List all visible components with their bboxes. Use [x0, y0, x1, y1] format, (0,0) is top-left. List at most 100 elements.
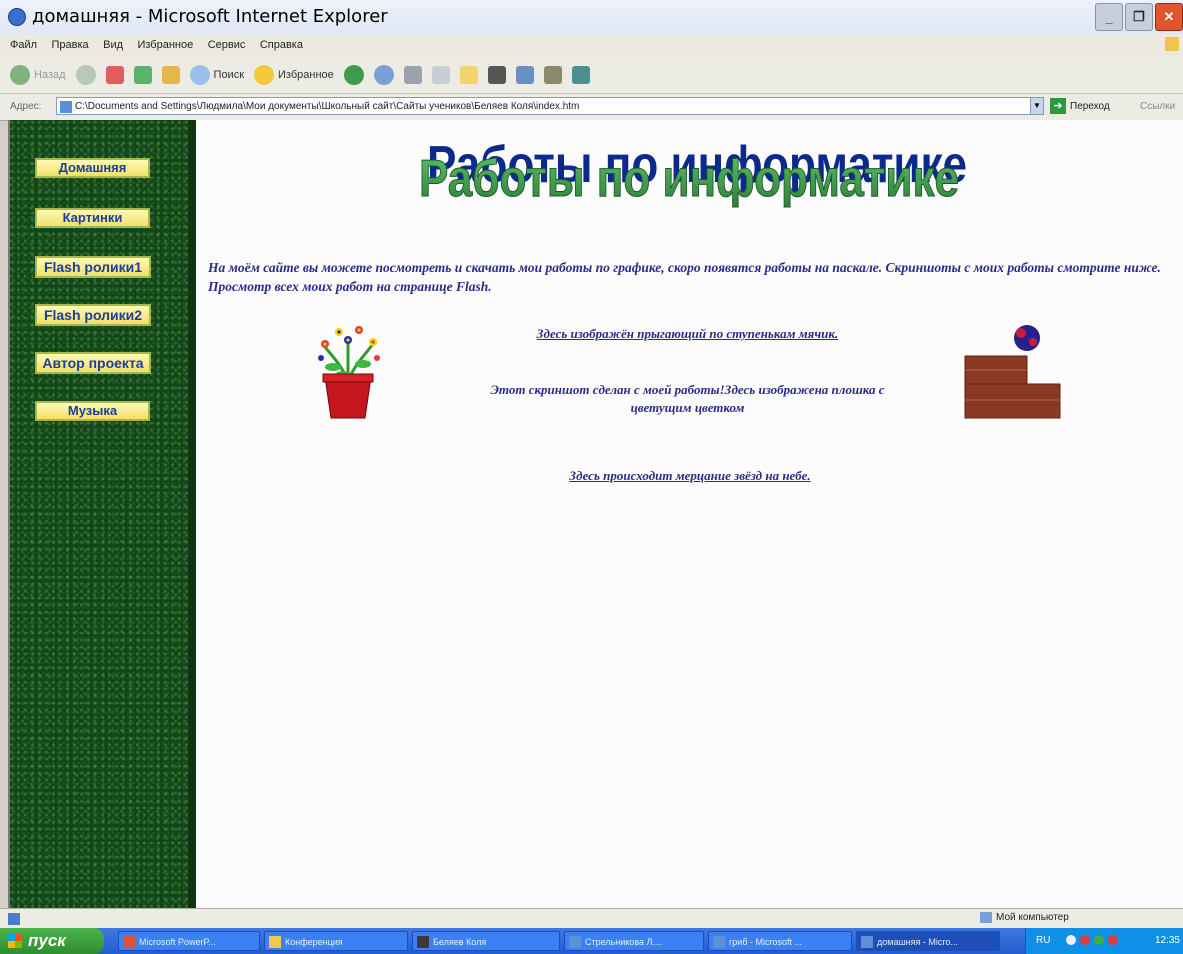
task-label: Microsoft PowerP... — [139, 937, 216, 947]
favorites-label: Избранное — [278, 68, 334, 81]
task-grib[interactable]: гриб - Microsoft ... — [708, 931, 852, 951]
ie-icon — [569, 936, 581, 948]
minimize-button[interactable]: _ — [1095, 3, 1123, 31]
flower-caption: Этот скриншот сделан с моей работы!Здесь… — [490, 382, 885, 415]
home-button[interactable] — [161, 65, 180, 84]
print-icon — [403, 65, 422, 84]
menu-view[interactable]: Вид — [103, 39, 123, 51]
stop-button[interactable] — [105, 65, 124, 84]
nav-flash-2[interactable]: Flash ролики2 — [35, 304, 151, 326]
menu-favorites[interactable]: Избранное — [137, 39, 193, 51]
ie-icon — [713, 936, 725, 948]
folder-icon — [459, 65, 478, 84]
nav-flash-1[interactable]: Flash ролики1 — [35, 256, 151, 278]
search-button[interactable]: Поиск — [189, 64, 244, 85]
address-bar: Адрес: C:\Documents and Settings\Людмила… — [0, 94, 1183, 121]
back-label: Назад — [34, 68, 66, 81]
people-button[interactable] — [571, 65, 590, 84]
k-button[interactable] — [487, 65, 506, 84]
menu-tools[interactable]: Сервис — [208, 39, 246, 51]
research-icon — [543, 65, 562, 84]
start-button[interactable]: пуск — [0, 928, 104, 954]
security-zone-label: Мой компьютер — [996, 912, 1069, 924]
task-label: домашняя - Micro... — [877, 937, 958, 947]
windows-flag-icon — [1165, 37, 1179, 51]
stop-icon — [105, 65, 124, 84]
start-label: пуск — [28, 931, 66, 950]
window-title: домашняя - Microsoft Internet Explorer — [32, 6, 388, 27]
windows-logo-icon — [8, 934, 22, 948]
favorites-button[interactable]: Избранное — [254, 64, 334, 85]
home-icon — [161, 65, 180, 84]
media-button[interactable] — [343, 64, 364, 85]
people-icon — [571, 65, 590, 84]
go-button[interactable]: ➜ Переход — [1050, 98, 1110, 114]
security-zone: Мой компьютер — [980, 912, 1069, 923]
research-button[interactable] — [543, 65, 562, 84]
toolbar: Назад Поиск Избранное — [0, 56, 1183, 94]
intro-text: На моём сайте вы можете посмотреть и ска… — [208, 260, 1161, 294]
taskbar: пуск Microsoft PowerP... Конференция Бел… — [0, 928, 1183, 954]
ie-icon — [8, 8, 26, 26]
star-icon — [254, 64, 275, 85]
nav-home[interactable]: Домашняя — [35, 158, 150, 178]
task-conference[interactable]: Конференция — [264, 931, 408, 951]
bouncing-ball-image — [964, 325, 1061, 419]
refresh-button[interactable] — [133, 65, 152, 84]
ball-animation-link[interactable]: Здесь изображён прыгающий по ступенькам … — [490, 325, 885, 343]
address-dropdown-button[interactable]: ▼ — [1030, 97, 1044, 115]
sidebar-divider — [188, 120, 196, 908]
edit-button[interactable] — [431, 65, 450, 84]
status-bar: Мой компьютер — [0, 908, 1183, 929]
menu-edit[interactable]: Правка — [52, 39, 89, 51]
menu-bar: Файл Правка Вид Избранное Сервис Справка — [0, 34, 1183, 56]
maximize-button[interactable]: ❐ — [1125, 3, 1153, 31]
sync-icon[interactable] — [1094, 935, 1104, 945]
window-controls: _ ❐ ✕ — [1095, 3, 1183, 31]
menu-help[interactable]: Справка — [260, 39, 303, 51]
sidebar: Домашняя Картинки Flash ролики1 Flash ро… — [10, 120, 188, 908]
history-icon — [373, 64, 394, 85]
clock: 12:35 — [1154, 935, 1180, 946]
close-button[interactable]: ✕ — [1155, 3, 1183, 31]
address-input[interactable]: C:\Documents and Settings\Людмила\Мои до… — [56, 97, 1042, 115]
links-label[interactable]: Ссылки — [1140, 101, 1175, 112]
ie-icon — [861, 936, 873, 948]
nav-author[interactable]: Автор проекта — [35, 352, 151, 374]
go-arrow-icon: ➜ — [1050, 98, 1066, 114]
folder-icon — [269, 936, 281, 948]
task-label: Конференция — [285, 937, 343, 947]
history-button[interactable] — [373, 64, 394, 85]
nav-pictures[interactable]: Картинки — [35, 208, 150, 228]
task-home-page[interactable]: домашняя - Micro... — [856, 931, 1000, 951]
task-powerpoint[interactable]: Microsoft PowerP... — [118, 931, 260, 951]
back-button[interactable]: Назад — [10, 64, 66, 85]
messenger-button[interactable] — [515, 65, 534, 84]
edit-icon — [431, 65, 450, 84]
task-belyaev[interactable]: Беляев Коля — [412, 931, 560, 951]
antivirus-icon[interactable] — [1080, 935, 1090, 945]
address-label: Адрес: — [10, 101, 42, 112]
k-icon — [487, 65, 506, 84]
alert-icon[interactable] — [1108, 935, 1118, 945]
forward-button[interactable] — [75, 64, 96, 85]
network-icon[interactable] — [1066, 935, 1076, 945]
page-icon — [60, 101, 72, 113]
messenger-icon — [515, 65, 534, 84]
menu-file[interactable]: Файл — [10, 39, 37, 51]
computer-icon — [980, 912, 992, 923]
status-page-icon — [8, 913, 20, 925]
nav-music[interactable]: Музыка — [35, 401, 150, 421]
stars-animation-link[interactable]: Здесь происходит мерцание звёзд на небе. — [500, 468, 880, 484]
browser-window: домашняя - Microsoft Internet Explorer _… — [0, 0, 1183, 954]
system-tray: RU 12:35 — [1025, 928, 1183, 954]
print-button[interactable] — [403, 65, 422, 84]
language-indicator[interactable]: RU — [1036, 935, 1050, 946]
media-icon — [343, 64, 364, 85]
task-label: гриб - Microsoft ... — [729, 937, 802, 947]
page-heading-wordart: Работы по информатике Работы по информат… — [419, 142, 968, 208]
folder-button[interactable] — [459, 65, 478, 84]
address-value: C:\Documents and Settings\Людмила\Мои до… — [75, 101, 580, 112]
go-label: Переход — [1070, 100, 1110, 112]
task-strelnikova[interactable]: Стрельникова Л.... — [564, 931, 704, 951]
